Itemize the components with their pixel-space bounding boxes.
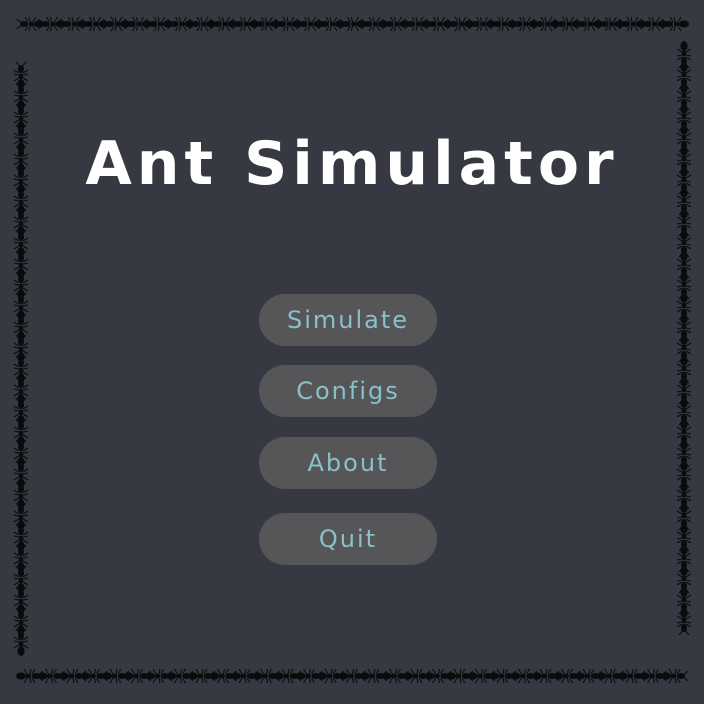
ant-icon <box>13 82 29 111</box>
ant-icon <box>59 16 88 32</box>
quit-button[interactable]: Quit <box>259 513 437 565</box>
ant-icon <box>13 502 29 531</box>
ant-icon <box>13 61 29 90</box>
ant-icon <box>37 16 67 32</box>
ant-icon <box>209 16 239 32</box>
ant-icon <box>13 544 29 573</box>
main-menu-screen: Ant Simulator Simulate Configs About Qui… <box>0 0 704 704</box>
ant-icon <box>639 16 669 32</box>
ant-icon <box>13 460 29 489</box>
ant-icon <box>123 16 153 32</box>
ant-icon <box>13 229 29 258</box>
ant-icon <box>13 250 29 279</box>
ant-icon <box>596 16 626 32</box>
ant-icon <box>252 16 282 32</box>
ant-icon <box>661 16 690 32</box>
ant-icon <box>188 16 217 32</box>
ant-icon <box>80 16 110 32</box>
ant-icon <box>381 16 411 32</box>
ant-icon <box>13 523 29 552</box>
ant-icon <box>13 376 29 405</box>
ant-icon <box>13 334 29 363</box>
ant-icon <box>618 16 647 32</box>
ant-icon <box>274 16 303 32</box>
ant-icon <box>13 103 29 132</box>
simulate-button[interactable]: Simulate <box>259 294 437 346</box>
ant-icon <box>338 16 368 32</box>
ant-icon <box>102 16 131 32</box>
ant-icon <box>13 628 29 657</box>
ant-border <box>13 16 692 684</box>
ant-icon <box>317 16 346 32</box>
configs-button[interactable]: Configs <box>259 365 437 417</box>
ant-icon <box>13 208 29 237</box>
ant-icon <box>13 292 29 321</box>
ant-icon <box>13 271 29 300</box>
ant-icon <box>489 16 518 32</box>
ant-icon <box>403 16 432 32</box>
game-title: Ant Simulator <box>85 129 619 199</box>
ant-icon <box>446 16 475 32</box>
ant-icon <box>13 481 29 510</box>
ant-icon <box>660 668 689 684</box>
ant-icon <box>13 586 29 615</box>
ant-icon <box>553 16 583 32</box>
ant-icon <box>16 16 45 32</box>
ant-icon <box>532 16 561 32</box>
ant-icon <box>231 16 260 32</box>
ant-icon <box>166 16 196 32</box>
ant-icon <box>13 565 29 594</box>
ant-icon <box>510 16 540 32</box>
ant-icon <box>360 16 389 32</box>
ant-icon <box>467 16 497 32</box>
ant-icon <box>295 16 325 32</box>
ant-icon <box>676 607 692 636</box>
ant-icon <box>145 16 174 32</box>
ant-icon <box>13 607 29 636</box>
ant-icon <box>13 439 29 468</box>
ant-icon <box>13 418 29 447</box>
ant-icon <box>13 355 29 384</box>
ant-icon <box>575 16 604 32</box>
ant-icon <box>13 397 29 426</box>
about-button[interactable]: About <box>259 437 437 489</box>
ant-icon <box>13 313 29 342</box>
ant-icon <box>424 16 454 32</box>
